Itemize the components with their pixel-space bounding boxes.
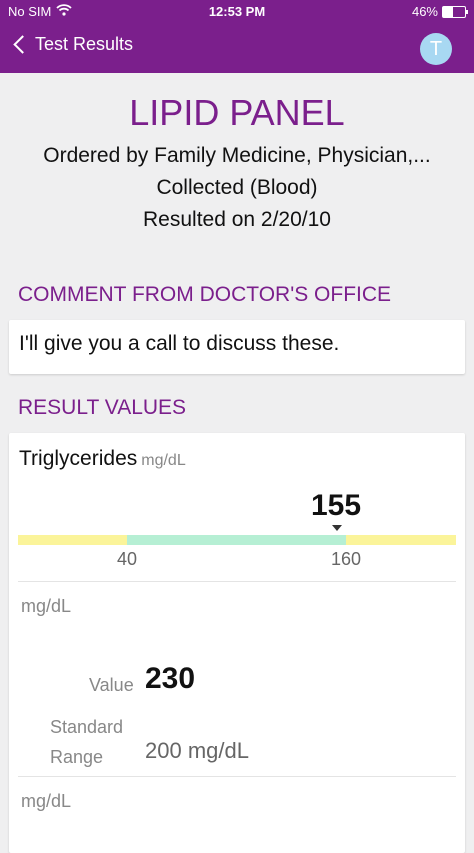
result-header: LIPID PANEL Ordered by Family Medicine, …: [0, 92, 474, 236]
resulted-text: Resulted on 2/20/10: [143, 208, 331, 231]
status-right: 46%: [411, 4, 468, 19]
back-button[interactable]: Test Results: [12, 34, 133, 55]
comment-text: I'll give you a call to discuss these.: [19, 332, 340, 355]
test-unit: mg/dL: [141, 452, 186, 469]
value-number: 230: [145, 662, 196, 695]
back-label: Test Results: [35, 34, 134, 54]
battery-fill: [443, 6, 454, 17]
nav-bar: Test Results T: [0, 30, 474, 70]
divider: [18, 776, 456, 777]
range-bar: [18, 535, 456, 545]
result-value: 155: [310, 489, 362, 522]
page-title: LIPID PANEL: [129, 92, 345, 133]
comment-card: I'll give you a call to discuss these.: [9, 320, 465, 374]
top-bar: No SIM 12:53 PM 46% Test Results T: [0, 0, 474, 73]
result-card: Triglycerides mg/dL 155 40 160 mg/dL Valu…: [9, 433, 465, 853]
ordered-by-text: Ordered by Family Medicine, Physician,..…: [43, 144, 431, 167]
range-segment-high: [346, 535, 456, 545]
value-marker-icon: [332, 525, 342, 531]
unit-line: mg/dL: [21, 596, 72, 616]
battery-percent: 46%: [411, 4, 438, 19]
range-segment-low: [18, 535, 127, 545]
test-name-row: Triglycerides mg/dL: [19, 447, 186, 471]
avatar[interactable]: T: [420, 33, 452, 65]
status-bar: No SIM 12:53 PM 46%: [0, 0, 474, 24]
comment-section-heading: COMMENT FROM DOCTOR'S OFFICE: [18, 283, 392, 306]
range-high-label: 160: [330, 549, 362, 569]
value-label: Value: [89, 675, 134, 695]
chevron-left-icon: [13, 35, 32, 54]
standard-range-label: Standard Range: [50, 717, 124, 767]
range-low-label: 40: [116, 549, 138, 569]
range-segment-normal: [127, 535, 346, 545]
divider: [18, 581, 456, 582]
standard-range-value: 200 mg/dL: [145, 738, 249, 763]
status-time: 12:53 PM: [208, 4, 266, 19]
collected-text: Collected (Blood): [156, 176, 318, 199]
test-name: Triglycerides: [19, 447, 138, 470]
battery-icon: [442, 5, 468, 18]
unit-line: mg/dL: [21, 791, 72, 811]
results-section-heading: RESULT VALUES: [18, 396, 187, 419]
